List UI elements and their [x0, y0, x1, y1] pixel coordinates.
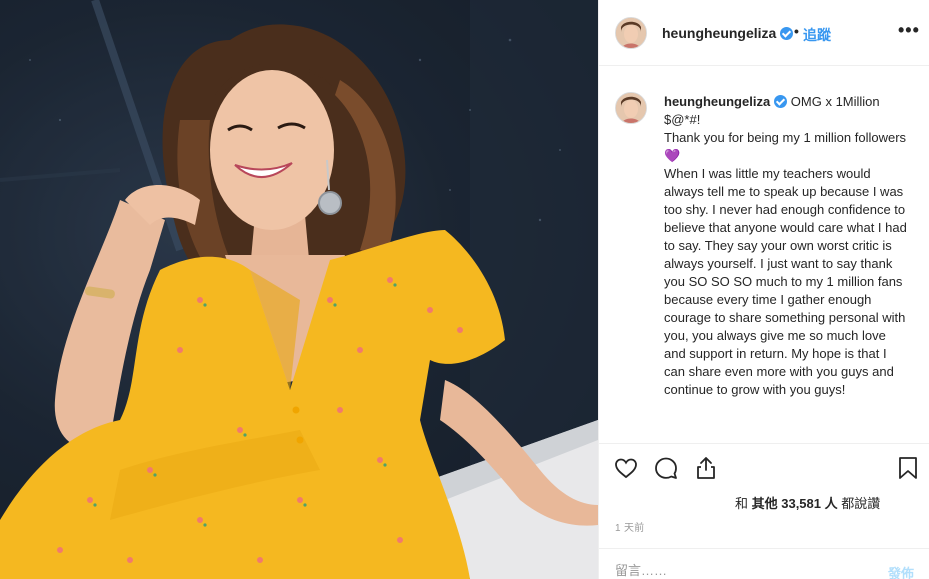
username-link[interactable]: heungheungeliza: [662, 25, 794, 41]
post-comment-button[interactable]: 發佈: [888, 563, 914, 579]
follow-button[interactable]: 追蹤: [803, 25, 831, 45]
more-options-icon[interactable]: •••: [898, 20, 920, 41]
separator-dot: •: [794, 23, 799, 39]
avatar[interactable]: [615, 17, 647, 49]
caption-text-block: heungheungeliza OMG x 1Million $@*#! Tha…: [664, 93, 910, 399]
comments-section[interactable]: heungheungeliza OMG x 1Million $@*#! Tha…: [599, 67, 929, 443]
username-text: heungheungeliza: [662, 25, 777, 41]
avatar-image: [616, 93, 646, 123]
post-timestamp[interactable]: 1 天前: [615, 519, 645, 534]
photo-illustration: [0, 0, 598, 579]
likes-count[interactable]: 和 其他 33,581 人 都說讚: [735, 493, 880, 512]
caption-body: OMG x 1Million $@*#! Thank you for being…: [664, 94, 907, 397]
comment-input[interactable]: [615, 561, 865, 579]
post-side-panel: heungheungeliza • 追蹤 ••• heungheungeliza…: [598, 0, 929, 579]
caption-avatar[interactable]: [615, 92, 647, 124]
comment-bubble-icon[interactable]: [653, 455, 679, 481]
post-header: heungheungeliza • 追蹤 •••: [599, 0, 929, 66]
caption-username-link[interactable]: heungheungeliza: [664, 94, 788, 109]
heart-icon[interactable]: [613, 455, 639, 481]
likes-others-count[interactable]: 其他 33,581 人: [752, 496, 838, 511]
avatar-image: [616, 18, 646, 48]
post-photo[interactable]: [0, 0, 598, 579]
add-comment-bar: 發佈: [599, 548, 929, 579]
share-icon[interactable]: [693, 455, 719, 481]
likes-prefix: 和: [735, 496, 752, 511]
caption-username: heungheungeliza: [664, 94, 771, 109]
verified-badge-icon: [780, 27, 794, 40]
verified-badge-icon: [774, 95, 788, 108]
likes-suffix: 都說讚: [837, 496, 881, 511]
bookmark-icon[interactable]: [895, 455, 921, 481]
post-actions: 和 其他 33,581 人 都說讚 1 天前: [599, 443, 929, 543]
